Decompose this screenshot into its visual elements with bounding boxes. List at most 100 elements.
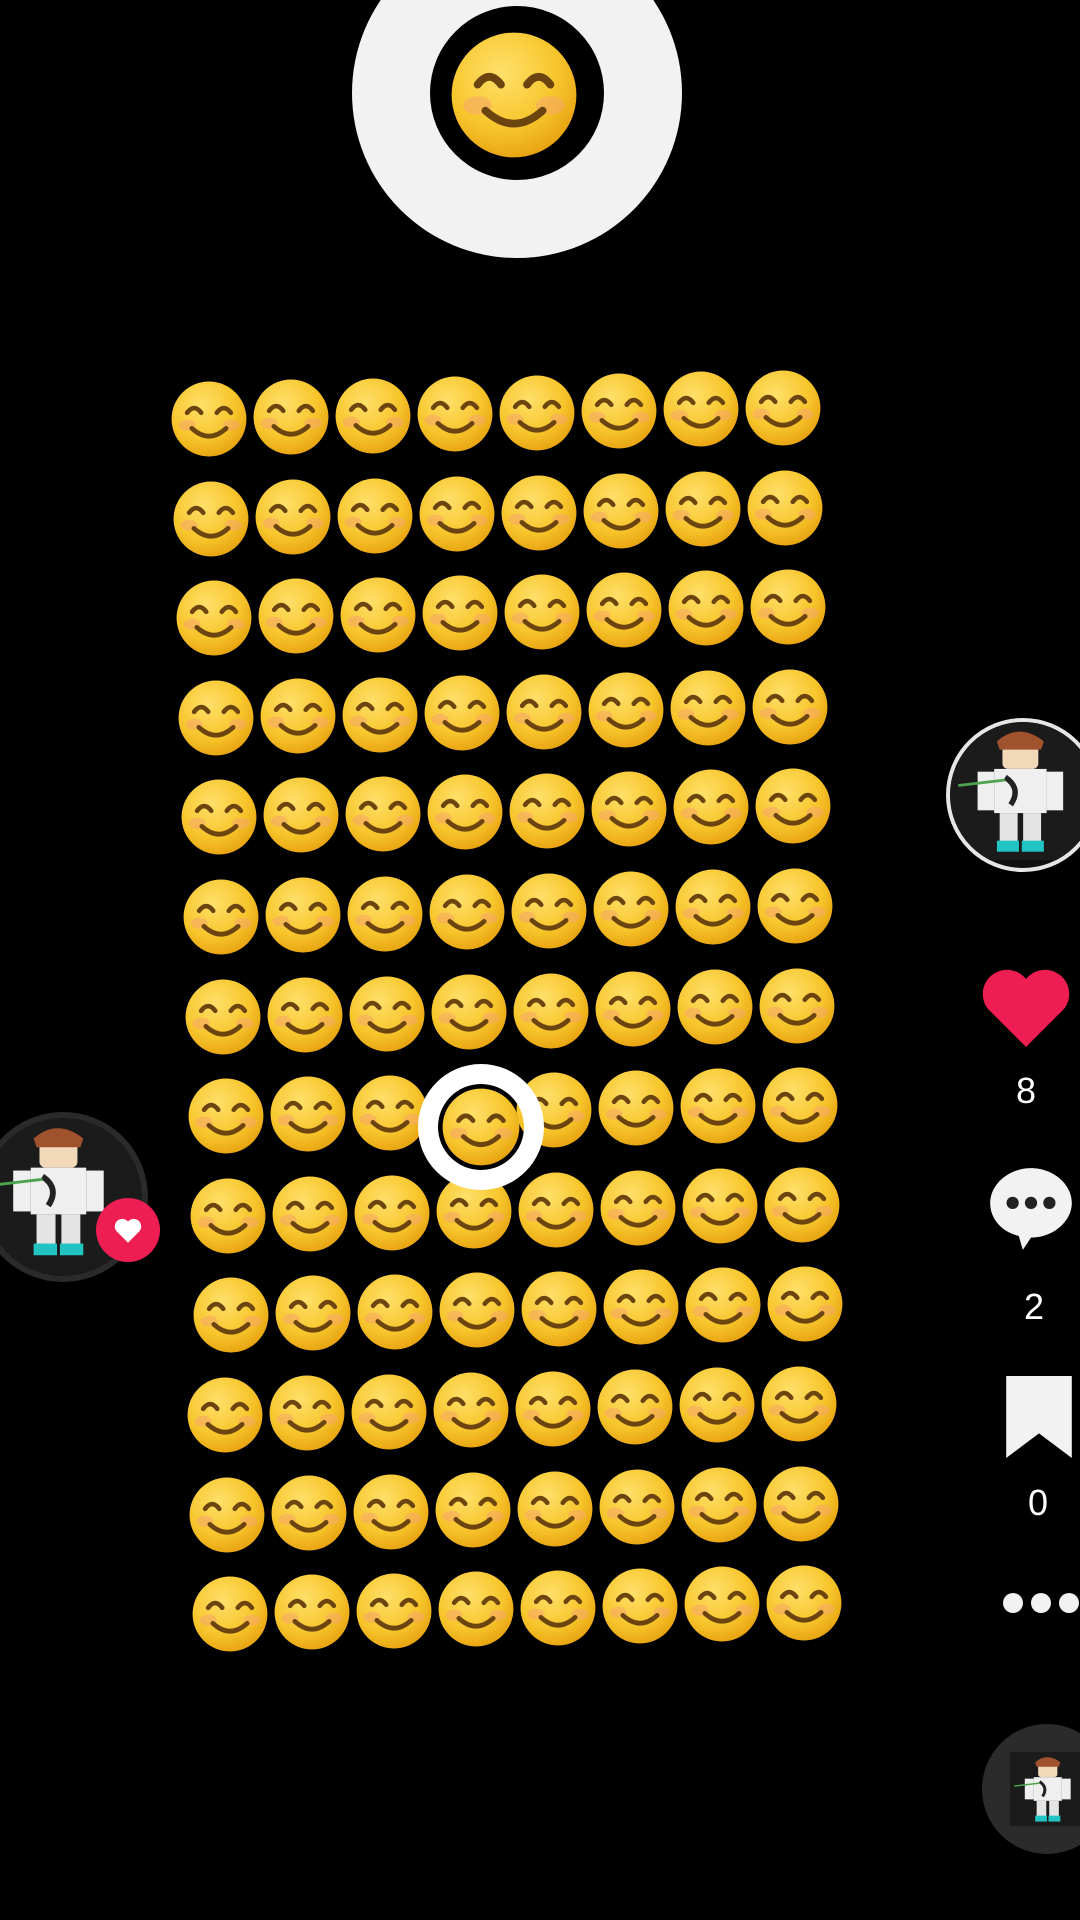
smiling-face-icon (434, 1471, 512, 1549)
smiling-face-icon (662, 370, 740, 448)
follow-heart-badge[interactable] (96, 1198, 160, 1262)
smiling-face-icon (426, 773, 504, 851)
smiling-face-icon (416, 375, 494, 453)
save-count: 0 (1027, 1482, 1049, 1523)
smiling-face-icon (766, 1265, 844, 1343)
smiling-face-icon (257, 577, 335, 655)
smiling-face-icon (268, 1374, 346, 1452)
music-disc-icon[interactable] (982, 1724, 1080, 1854)
smiling-face-icon (761, 1066, 839, 1144)
smiling-face-icon (749, 568, 827, 646)
smiling-face-icon (350, 1373, 428, 1451)
smiling-face-icon (428, 873, 506, 951)
smiling-face-icon (512, 972, 590, 1050)
smiling-face-icon (601, 1567, 679, 1645)
highlighted-smiling-face-icon[interactable] (441, 1087, 521, 1167)
profile-avatar[interactable] (946, 718, 1080, 872)
smiling-face-icon (172, 480, 250, 558)
smiling-face-icon (508, 772, 586, 850)
smiling-face-icon (514, 1370, 592, 1448)
smiling-face-icon (602, 1268, 680, 1346)
smiling-face-icon (597, 1069, 675, 1147)
smiling-face-icon (582, 472, 660, 550)
smiling-face-icon (760, 1365, 838, 1443)
smiling-face-icon (180, 778, 258, 856)
smiling-face-icon (683, 1565, 761, 1643)
smiling-face-icon (418, 475, 496, 553)
smiling-face-icon (355, 1572, 433, 1650)
smiling-face-icon (672, 768, 750, 846)
smiling-face-icon (273, 1573, 351, 1651)
smiling-face-icon (252, 378, 330, 456)
smiling-face-icon (177, 679, 255, 757)
smiling-face-icon (765, 1564, 843, 1642)
smiling-face-icon (498, 374, 576, 452)
smiling-face-icon (520, 1270, 598, 1348)
smiling-face-icon (517, 1171, 595, 1249)
smiling-face-icon (667, 569, 745, 647)
smiling-face-icon (744, 369, 822, 447)
smiling-face-icon (184, 978, 262, 1056)
smiling-face-icon (274, 1274, 352, 1352)
smiling-face-icon (266, 976, 344, 1054)
smiling-face-icon (356, 1273, 434, 1351)
smiling-face-icon (674, 868, 752, 946)
smiling-face-icon (270, 1474, 348, 1552)
smiling-face-icon (189, 1177, 267, 1255)
smiling-face-icon (746, 469, 824, 547)
smiling-face-icon (519, 1569, 597, 1647)
smiling-face-icon (351, 1074, 429, 1152)
music-disc-artwork (983, 1725, 1080, 1853)
like-count: 8 (1015, 1070, 1037, 1111)
smiling-face-icon (336, 477, 414, 555)
smiling-face-icon (758, 967, 836, 1045)
smiling-face-icon (680, 1466, 758, 1544)
smiling-face-icon (590, 770, 668, 848)
smiling-face-icon (254, 478, 332, 556)
smiling-face-icon (430, 973, 508, 1051)
comment-icon[interactable] (982, 1160, 1080, 1258)
smiling-face-icon (264, 876, 342, 954)
smiling-face-icon (580, 372, 658, 450)
smiling-face-icon (192, 1276, 270, 1354)
smiling-face-icon (684, 1266, 762, 1344)
smiling-face-icon (678, 1366, 756, 1444)
smiling-face-icon (664, 470, 742, 548)
bookmark-icon[interactable] (1002, 1376, 1076, 1458)
smiling-face-icon (353, 1174, 431, 1252)
smiling-face-icon (352, 1473, 430, 1551)
smiling-face-icon (762, 1465, 840, 1543)
smiling-face-icon (186, 1376, 264, 1454)
smiling-face-icon (598, 1468, 676, 1546)
smiling-face-icon (182, 878, 260, 956)
smiling-face-icon (339, 576, 417, 654)
smiling-face-icon (259, 677, 337, 755)
smiling-face-icon (341, 676, 419, 754)
smiling-face-icon (348, 975, 426, 1053)
smiling-face-icon (449, 30, 579, 160)
avatar-image (950, 722, 1080, 860)
smiling-face-icon (500, 474, 578, 552)
smiling-face-icon (587, 671, 665, 749)
like-heart-icon[interactable] (978, 962, 1074, 1052)
smiling-face-icon (344, 775, 422, 853)
smiling-face-icon (421, 574, 499, 652)
smiling-face-icon (346, 875, 424, 953)
smiling-face-icon (170, 380, 248, 458)
smiling-face-icon (594, 970, 672, 1048)
smiling-face-icon (596, 1368, 674, 1446)
smiling-face-icon (681, 1167, 759, 1245)
smiling-face-icon (437, 1570, 515, 1648)
smiling-face-icon (510, 872, 588, 950)
smiling-face-icon (669, 669, 747, 747)
smiling-face-icon (271, 1175, 349, 1253)
smiling-face-icon (592, 870, 670, 948)
heart-icon (114, 1218, 142, 1243)
smiling-face-icon (676, 968, 754, 1046)
smiling-face-icon (754, 767, 832, 845)
smiling-face-icon (585, 571, 663, 649)
smiling-face-icon (188, 1476, 266, 1554)
more-icon[interactable] (1002, 1592, 1080, 1614)
smiling-face-icon (763, 1166, 841, 1244)
smiling-face-icon (503, 573, 581, 651)
